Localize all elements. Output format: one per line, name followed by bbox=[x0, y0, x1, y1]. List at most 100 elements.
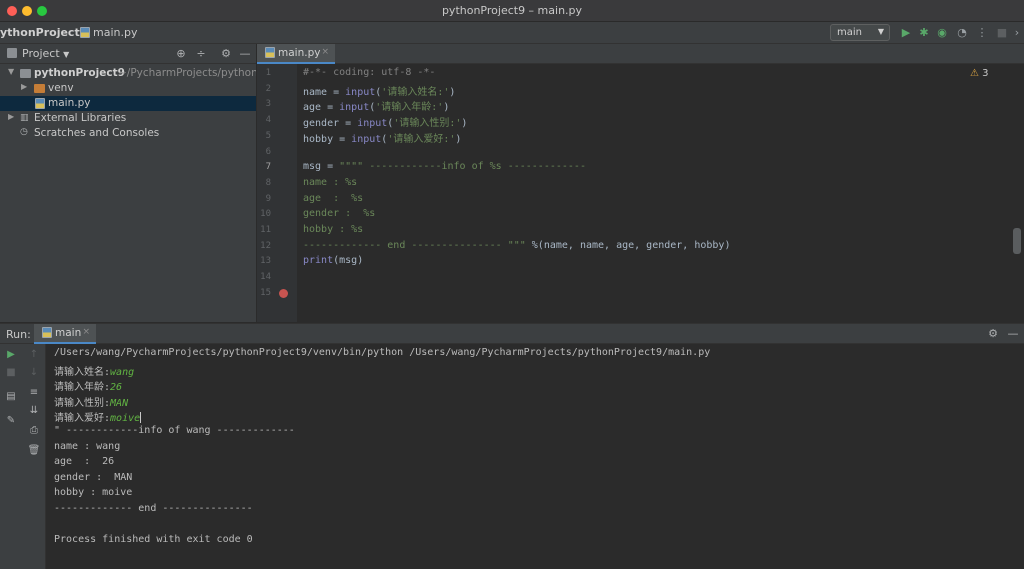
console-text: Process finished with exit code 0 bbox=[54, 534, 253, 546]
console-user-input: moive bbox=[110, 413, 141, 425]
project-view-select[interactable]: Project ▼ bbox=[22, 47, 69, 60]
title-bar: pythonProject9 – main.py bbox=[0, 0, 1024, 22]
project-panel-title: Project bbox=[22, 47, 60, 60]
stop-icon[interactable]: ■ bbox=[995, 26, 1009, 40]
line-number: 14 bbox=[260, 272, 271, 283]
inspection-widget[interactable]: ⚠ 3 bbox=[970, 68, 989, 79]
collapse-all-icon[interactable]: ÷ bbox=[194, 47, 208, 61]
tree-item-label: main.py bbox=[48, 97, 91, 109]
code-token: ) bbox=[455, 133, 462, 145]
folder-icon bbox=[34, 84, 45, 93]
run-panel-header: Run: main × ⚙ — bbox=[0, 323, 1024, 344]
python-file-icon bbox=[80, 27, 90, 38]
code-token: gender = bbox=[303, 118, 358, 130]
code-token: gender : %s bbox=[303, 208, 376, 220]
line-number: 7 bbox=[265, 162, 271, 173]
console-output[interactable]: /Users/wang/PycharmProjects/pythonProjec… bbox=[46, 344, 1024, 569]
run-icon[interactable]: ▶ bbox=[899, 26, 913, 40]
trash-icon[interactable]: 🗑 bbox=[27, 444, 41, 458]
code-token: name : %s bbox=[303, 176, 358, 188]
code-token: hobby : %s bbox=[303, 224, 364, 235]
chevron-down-icon: ▼ bbox=[877, 27, 884, 36]
close-tab-icon[interactable]: × bbox=[321, 47, 329, 57]
run-panel-label: Run: bbox=[6, 328, 31, 341]
soft-wrap-icon[interactable]: ≡ bbox=[27, 386, 41, 400]
run-options-icon[interactable]: ⋮ bbox=[975, 26, 989, 40]
console-text: " ------------info of wang ------------- bbox=[54, 425, 295, 436]
console-line: 请输入性别:MAN bbox=[54, 394, 128, 409]
editor-tab-bar: main.py × bbox=[257, 44, 1024, 64]
run-tab-main[interactable]: main × bbox=[34, 324, 96, 344]
console-line: name : wang bbox=[54, 441, 120, 456]
console-text: age : 26 bbox=[54, 456, 115, 468]
layout-icon[interactable]: ▤ bbox=[4, 390, 18, 404]
stop-icon[interactable]: ■ bbox=[4, 366, 18, 380]
code-line: msg = """" ------------info of %s ------… bbox=[303, 161, 1003, 176]
project-tree: ▼ pythonProject9 ~/PycharmProjects/pytho… bbox=[0, 64, 256, 322]
profile-icon[interactable]: ◔ bbox=[955, 26, 969, 40]
tree-item-label: External Libraries bbox=[34, 112, 127, 124]
warning-count: 3 bbox=[982, 68, 989, 79]
folder-icon bbox=[20, 69, 31, 78]
folder-icon bbox=[7, 48, 17, 58]
line-number: 11 bbox=[260, 225, 271, 235]
debug-icon[interactable]: ✱ bbox=[917, 26, 931, 40]
tree-item-project-root[interactable]: ▼ pythonProject9 ~/PycharmProjects/pytho… bbox=[0, 66, 256, 81]
hide-panel-icon[interactable]: — bbox=[1006, 327, 1020, 341]
locate-file-icon[interactable]: ⊕ bbox=[174, 47, 188, 61]
line-number: 10 bbox=[260, 209, 271, 220]
library-icon: ▥ bbox=[20, 113, 29, 123]
code-line: name : %s bbox=[303, 177, 1003, 192]
warning-icon: ⚠ bbox=[970, 68, 979, 79]
more-icon[interactable]: › bbox=[1010, 26, 1024, 40]
code-token: ) bbox=[449, 86, 456, 98]
tab-main-py[interactable]: main.py × bbox=[257, 44, 335, 64]
text-caret bbox=[140, 412, 142, 424]
gear-icon[interactable]: ⚙ bbox=[219, 47, 233, 61]
breakpoint-icon[interactable] bbox=[279, 289, 288, 298]
code-token: '请输入爱好:' bbox=[387, 133, 456, 145]
run-configuration-select[interactable]: main ▼ bbox=[830, 24, 890, 41]
arrow-up-icon[interactable]: ↑ bbox=[27, 348, 41, 362]
line-number: 4 bbox=[265, 115, 271, 126]
code-line: age : %s bbox=[303, 193, 1003, 208]
code-token: input bbox=[339, 102, 370, 114]
tree-item-label: venv bbox=[48, 82, 74, 94]
run-toolbar: ▶ ■ ▤ ✎ bbox=[0, 344, 22, 569]
code-token: ) bbox=[461, 118, 468, 130]
close-tab-icon[interactable]: × bbox=[82, 327, 90, 337]
code-token: age = bbox=[303, 102, 340, 114]
python-file-icon bbox=[265, 47, 275, 58]
tree-item-external-libraries[interactable]: ▶ ▥ External Libraries bbox=[0, 111, 256, 126]
navigation-bar: ythonProject9 main.py main ▼ ▶ ✱ ◉ ◔ ⋮ ■… bbox=[0, 22, 1024, 44]
line-number: 3 bbox=[265, 99, 271, 110]
line-number: 5 bbox=[265, 130, 271, 141]
scroll-to-end-icon[interactable]: ⇊ bbox=[27, 404, 41, 418]
chevron-down-icon: ▼ bbox=[8, 67, 15, 76]
code-line: gender : %s bbox=[303, 208, 1003, 223]
rerun-icon[interactable]: ▶ bbox=[4, 348, 18, 362]
tree-item-scratches[interactable]: ◷ Scratches and Consoles bbox=[0, 126, 256, 141]
console-line: 请输入姓名:wang bbox=[54, 363, 134, 378]
code-token: age : %s bbox=[303, 192, 364, 204]
tree-item-venv[interactable]: ▶ venv bbox=[0, 81, 256, 96]
breadcrumb-project[interactable]: ythonProject9 bbox=[0, 26, 87, 39]
editor-scrollbar[interactable] bbox=[1013, 228, 1021, 254]
code-editor[interactable]: #-*- coding: utf-8 -*- name = input('请输入姓… bbox=[297, 64, 1024, 322]
coverage-icon[interactable]: ◉ bbox=[935, 26, 949, 40]
breadcrumb-file[interactable]: main.py bbox=[80, 26, 137, 39]
hide-panel-icon[interactable]: — bbox=[238, 47, 252, 61]
console-text: 请输入性别: bbox=[54, 397, 111, 409]
tree-item-main-py[interactable]: main.py bbox=[0, 96, 256, 111]
line-number: 1 bbox=[265, 68, 271, 78]
print-icon[interactable]: ⎙ bbox=[27, 424, 41, 438]
editor-gutter[interactable]: 1 2 3 4 5 6 7 8 9 10 11 12 13 14 15 bbox=[257, 64, 297, 322]
arrow-down-icon[interactable]: ↓ bbox=[27, 366, 41, 380]
console-line: " ------------info of wang ------------- bbox=[54, 425, 295, 440]
line-number: 12 bbox=[260, 240, 271, 251]
gear-icon[interactable]: ⚙ bbox=[986, 327, 1000, 341]
pin-icon[interactable]: ✎ bbox=[4, 414, 18, 428]
console-text: gender : MAN bbox=[54, 471, 133, 483]
